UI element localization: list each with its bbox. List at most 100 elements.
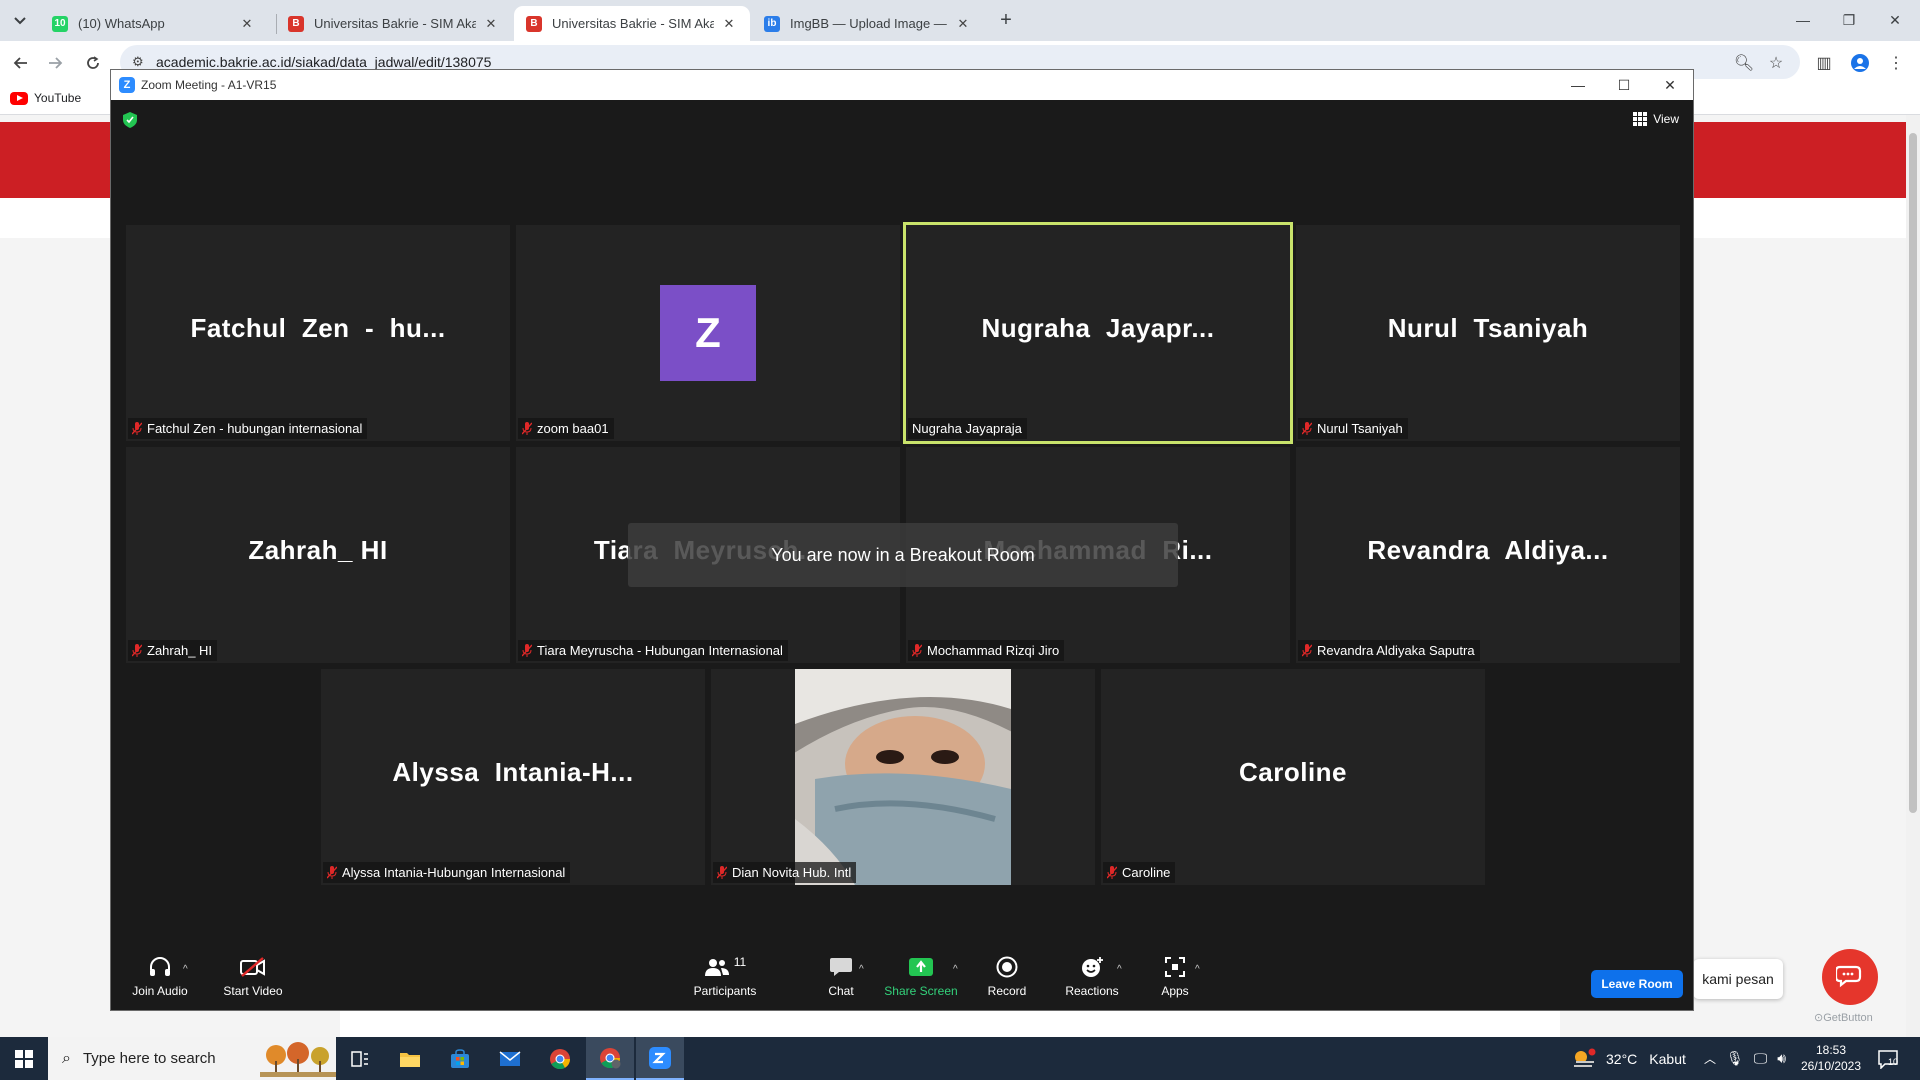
share-screen-button[interactable]: Share Screen [881,942,961,1010]
audio-options-caret-icon[interactable]: ^ [183,964,188,975]
participant-name: Fatchul Zen - hubungan internasional [147,421,363,436]
scrollbar-thumb[interactable] [1909,133,1917,813]
encryption-shield-icon[interactable] [123,112,137,133]
participant-name: zoom baa01 [537,421,609,436]
mail-button[interactable] [486,1037,534,1080]
tab-label: (10) WhatsApp [78,16,165,31]
reload-icon [87,56,99,69]
close-window-button[interactable]: ✕ [1872,0,1918,40]
university-shield-icon: B [288,15,304,32]
microphone-icon[interactable]: 🎙︎ [1726,1050,1744,1067]
getbutton-credit[interactable]: ⊙GetButton [1814,1011,1873,1024]
close-icon[interactable]: ✕ [720,15,738,33]
reactions-button[interactable]: Reactions [1057,942,1127,1010]
tab-universitas-bakrie-1[interactable]: B Universitas Bakrie - SIM Akade ✕ [276,6,512,41]
participant-name: Caroline [1122,865,1171,880]
windows-taskbar: ⌕ Type here to search 32°C Kabut ︿ 🎙︎ 🖵︎… [0,1037,1920,1080]
muted-mic-icon [132,644,142,657]
video-off-icon [239,954,267,980]
participants-button[interactable]: 11 Participants [685,942,765,1010]
zoom-minimize-button[interactable]: — [1555,70,1601,100]
bookmark-star-icon[interactable]: ☆ [1764,51,1788,75]
start-button[interactable] [0,1037,48,1080]
file-explorer-button[interactable] [386,1037,434,1080]
chrome-profile-button[interactable] [586,1037,634,1080]
task-view-button[interactable] [336,1037,384,1080]
participant-tile-active-speaker[interactable]: Nugraha Jayapr... Nugraha Jayapraja [903,222,1293,444]
view-button[interactable]: View [1633,112,1679,126]
clock-time: 18:53 [1815,1043,1847,1057]
participant-tile[interactable]: Zahrah_ HI Zahrah_ HI [126,447,510,663]
side-panel-icon[interactable]: ▥ [1812,51,1836,75]
tab-universitas-bakrie-2[interactable]: B Universitas Bakrie - SIM Akade ✕ [514,6,750,41]
zoom-icon [649,1046,671,1069]
zoom-close-button[interactable]: ✕ [1647,70,1693,100]
participant-name: Nugraha Jayapraja [912,421,1022,436]
apps-options-caret-icon[interactable]: ^ [1195,964,1200,975]
microsoft-store-button[interactable] [436,1037,484,1080]
page-scrollbar[interactable] [1906,115,1920,1037]
zoom-taskbar-button[interactable] [636,1037,684,1080]
bookmark-label: YouTube [34,91,82,105]
chat-options-caret-icon[interactable]: ^ [859,964,864,975]
getbutton-icon: ⊙ [1814,1012,1824,1024]
participant-tile[interactable]: Nurul Tsaniyah Nurul Tsaniyah [1296,225,1680,441]
file-explorer-icon [400,1052,420,1067]
reactions-smiley-icon [1080,954,1104,980]
restore-button[interactable]: ❐ [1826,0,1872,40]
notification-center-button[interactable]: 10 [1874,1045,1902,1073]
chat-button[interactable]: Chat [811,942,871,1010]
network-icon[interactable]: 🖵︎ [1754,1050,1768,1067]
taskbar-clock[interactable]: 18:53 26/10/2023 [1796,1042,1866,1074]
zoom-window-title: Zoom Meeting - A1-VR15 [141,78,277,92]
chrome-menu-icon[interactable]: ⋮ [1884,51,1908,75]
volume-icon[interactable]: 🔊︎ [1777,1050,1786,1067]
leave-room-button[interactable]: Leave Room [1591,970,1683,998]
forward-button[interactable] [42,50,68,76]
participant-tile-video[interactable]: Dian Novita Hub. Intl [711,669,1095,885]
participant-name: Tiara Meyruscha - Hubungan Internasional [537,643,783,658]
site-info-icon[interactable]: ⚙ [132,54,144,70]
bookmark-youtube[interactable]: YouTube [10,91,81,105]
chrome-profile-icon [600,1047,621,1068]
participant-name-tag: Nurul Tsaniyah [1298,418,1408,439]
participant-name-tag: Caroline [1103,862,1176,883]
participant-tile[interactable]: Fatchul Zen - hu... Fatchul Zen - hubung… [126,225,510,441]
zoom-magnifier-icon[interactable]: 🔍︎ [1732,51,1756,75]
back-button[interactable] [8,50,34,76]
record-button[interactable]: Record [977,942,1037,1010]
share-screen-label: Share Screen [884,984,958,998]
join-audio-button[interactable]: Join Audio [125,942,195,1010]
close-icon[interactable]: ✕ [954,15,972,33]
close-icon[interactable]: ✕ [482,15,500,33]
participant-avatar: Z [660,285,756,381]
chat-widget-message[interactable]: kami pesan [1693,959,1783,999]
minimize-button[interactable]: — [1780,0,1826,40]
tab-whatsapp[interactable]: 10 (10) WhatsApp ✕ [40,6,268,41]
close-icon[interactable]: ✕ [238,15,256,33]
tab-search-button[interactable] [8,9,32,33]
participant-display-name: Nugraha Jayapr... [981,313,1215,343]
apps-button[interactable]: Apps [1145,942,1205,1010]
chat-widget-button[interactable] [1822,949,1878,1005]
participant-tile[interactable]: Revandra Aldiya... Revandra Aldiyaka Sap… [1296,447,1680,663]
arrow-right-icon [49,57,63,69]
participant-tile[interactable]: Caroline Caroline [1101,669,1485,885]
reactions-options-caret-icon[interactable]: ^ [1117,964,1122,975]
start-video-button[interactable]: Start Video [213,942,293,1010]
new-tab-button[interactable]: + [995,9,1017,31]
profile-avatar-icon[interactable] [1848,51,1872,75]
taskbar-search-box[interactable]: ⌕ Type here to search [48,1037,336,1080]
muted-mic-icon [1302,644,1312,657]
zoom-maximize-button[interactable]: ☐ [1601,70,1647,100]
weather-fog-icon [1574,1048,1596,1067]
chevron-up-icon[interactable]: ︿ [1704,1050,1716,1067]
share-options-caret-icon[interactable]: ^ [953,964,958,975]
chrome-button[interactable] [536,1037,584,1080]
weather-widget[interactable]: 32°C Kabut [1572,1037,1686,1080]
participant-tile[interactable]: Z zoom baa01 [516,225,900,441]
reload-button[interactable] [80,50,106,76]
join-audio-label: Join Audio [132,984,188,998]
tab-imgbb[interactable]: ib ImgBB — Upload Image — Fre ✕ [752,6,984,41]
participant-tile[interactable]: Alyssa Intania-H... Alyssa Intania-Hubun… [321,669,705,885]
